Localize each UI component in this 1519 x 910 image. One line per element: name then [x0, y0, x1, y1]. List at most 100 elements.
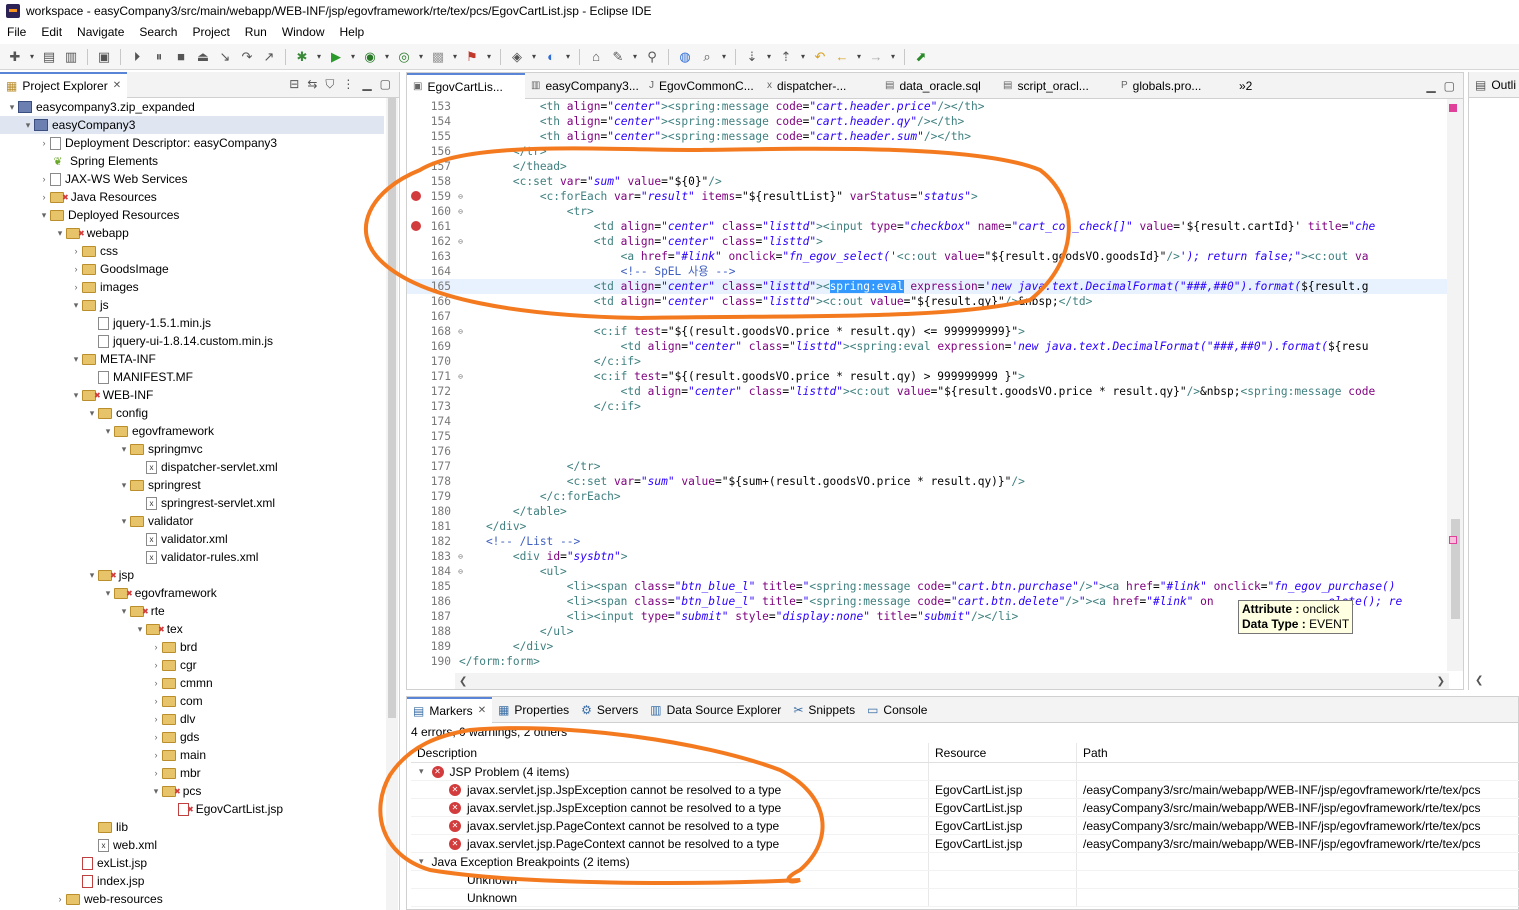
code-line[interactable]: 155 <th align="center"><spring:message c…: [407, 129, 1447, 144]
close-icon[interactable]: ✕: [478, 705, 486, 716]
code-line[interactable]: 176: [407, 444, 1447, 459]
tab-snippets[interactable]: ✂ Snippets: [787, 697, 861, 723]
coverage-icon[interactable]: ◉: [361, 48, 379, 66]
new-java-icon[interactable]: ◈: [508, 48, 526, 66]
tree-item[interactable]: › main: [0, 746, 384, 764]
chevron-down-icon[interactable]: ▾: [118, 444, 130, 455]
forward-icon[interactable]: →: [867, 48, 885, 66]
tree-item[interactable]: ✖ EgovCartList.jsp: [0, 800, 384, 818]
code-editor[interactable]: 153 <th align="center"><spring:message c…: [407, 99, 1447, 671]
search-icon[interactable]: ⚲: [643, 48, 661, 66]
tree-item[interactable]: › gds: [0, 728, 384, 746]
code-line[interactable]: 189 </div>: [407, 639, 1447, 654]
menu-item-window[interactable]: Window: [282, 25, 325, 39]
pin-editor-icon[interactable]: ⬈: [912, 48, 930, 66]
chevron-right-icon[interactable]: ›: [70, 264, 82, 274]
step-return-icon[interactable]: ↗: [260, 48, 278, 66]
chevron-down-icon[interactable]: ▾: [54, 228, 66, 239]
code-line[interactable]: 161 <td align="center" class="listtd"><i…: [407, 219, 1447, 234]
col-description[interactable]: Description: [411, 743, 929, 762]
editor-tab[interactable]: x dispatcher-...: [761, 73, 879, 99]
chevron-down-icon[interactable]: ▾: [86, 408, 98, 419]
explorer-scrollbar[interactable]: [386, 98, 398, 910]
scroll-right-icon[interactable]: ❯: [1437, 676, 1445, 687]
scroll-left-icon[interactable]: ❮: [459, 676, 467, 687]
globe-icon[interactable]: ◍: [676, 48, 694, 66]
editor-tab[interactable]: ▣ EgovCartLis...: [407, 72, 525, 99]
chevron-down-icon[interactable]: ▾: [150, 786, 162, 797]
code-line[interactable]: 158 <c:set var="sum" value="${0}"/>: [407, 174, 1447, 189]
error-icon[interactable]: [411, 221, 421, 231]
run-icon[interactable]: ▶: [327, 48, 345, 66]
code-line[interactable]: 181 </div>: [407, 519, 1447, 534]
tree-item[interactable]: › cmmn: [0, 674, 384, 692]
code-line[interactable]: 159 ⊖ <c:forEach var="result" items="${re…: [407, 189, 1447, 204]
tree-item[interactable]: x validator-rules.xml: [0, 548, 384, 566]
fold-icon[interactable]: ⊖: [458, 204, 463, 219]
tree-item[interactable]: › brd: [0, 638, 384, 656]
code-line[interactable]: 156 </tr>: [407, 144, 1447, 159]
maximize-icon[interactable]: ▢: [1444, 79, 1455, 93]
fold-icon[interactable]: ⊖: [458, 549, 463, 564]
menu-item-run[interactable]: Run: [245, 25, 267, 39]
chevron-right-icon[interactable]: ›: [150, 678, 162, 688]
scroll-thumb[interactable]: [388, 98, 396, 718]
tree-item[interactable]: ▾ js: [0, 296, 384, 314]
maximize-icon[interactable]: ▢: [380, 77, 391, 92]
chevron-down-icon[interactable]: ▾: [134, 624, 146, 635]
error-marker[interactable]: [1449, 104, 1457, 112]
code-line[interactable]: 190 </form:form>: [407, 654, 1447, 669]
code-line[interactable]: 182 <!-- /List -->: [407, 534, 1447, 549]
fold-icon[interactable]: ⊖: [458, 369, 463, 384]
code-line[interactable]: 157 </thead>: [407, 159, 1447, 174]
chevron-down-icon[interactable]: ▾: [419, 856, 424, 867]
code-line[interactable]: 170 </c:if>: [407, 354, 1447, 369]
tree-item[interactable]: ▾ validator: [0, 512, 384, 530]
collapse-all-icon[interactable]: ⊟: [289, 77, 299, 92]
tree-item[interactable]: › ✖ Java Resources: [0, 188, 384, 206]
dropdown-icon[interactable]: ▾: [889, 48, 897, 66]
tree-item[interactable]: ▾ META-INF: [0, 350, 384, 368]
disconnect-icon[interactable]: ⏏: [194, 48, 212, 66]
dropdown-icon[interactable]: ▾: [799, 48, 807, 66]
debug-icon[interactable]: ✱: [293, 48, 311, 66]
tree-item[interactable]: › cgr: [0, 656, 384, 674]
editor-horizontal-scrollbar[interactable]: ❮ ❯: [455, 673, 1449, 689]
menu-item-edit[interactable]: Edit: [41, 25, 62, 39]
marker-group[interactable]: ▾ ✕ JSP Problem (4 items): [411, 763, 1519, 781]
chevron-down-icon[interactable]: ▾: [38, 210, 50, 221]
code-line[interactable]: 175: [407, 429, 1447, 444]
code-line[interactable]: 178 <c:set var="sum" value="${sum+(resul…: [407, 474, 1447, 489]
tab-data-source-explorer[interactable]: ▥ Data Source Explorer: [644, 697, 787, 723]
tree-item[interactable]: x web.xml: [0, 836, 384, 854]
step-into-icon[interactable]: ↘: [216, 48, 234, 66]
chevron-right-icon[interactable]: ›: [150, 732, 162, 742]
code-line[interactable]: 185 <li><span class="btn_blue_l" title="…: [407, 579, 1447, 594]
save-all-icon[interactable]: ▥: [62, 48, 80, 66]
editor-tab[interactable]: ▤ data_oracle.sql: [879, 73, 997, 99]
open-task-icon[interactable]: ✎: [609, 48, 627, 66]
resume-icon[interactable]: ⏵: [128, 48, 146, 66]
chevron-right-icon[interactable]: ›: [150, 660, 162, 670]
chevron-down-icon[interactable]: ▾: [118, 480, 130, 491]
chevron-right-icon[interactable]: ›: [70, 246, 82, 256]
fold-icon[interactable]: ⊖: [458, 234, 463, 249]
run-server-icon[interactable]: ◎: [395, 48, 413, 66]
chevron-right-icon[interactable]: ›: [150, 714, 162, 724]
chevron-down-icon[interactable]: ▾: [70, 300, 82, 311]
chevron-right-icon[interactable]: ›: [150, 750, 162, 760]
code-line[interactable]: 167: [407, 309, 1447, 324]
tree-item[interactable]: ▾ ✖ rte: [0, 602, 384, 620]
tree-item[interactable]: › mbr: [0, 764, 384, 782]
link-editor-icon[interactable]: ⇆: [307, 77, 317, 92]
tree-item[interactable]: › css: [0, 242, 384, 260]
tree-item[interactable]: › images: [0, 278, 384, 296]
close-icon[interactable]: ✕: [113, 80, 121, 91]
tree-item[interactable]: jquery-1.5.1.min.js: [0, 314, 384, 332]
new-class-icon[interactable]: ◐: [542, 48, 560, 66]
tree-item[interactable]: MANIFEST.MF: [0, 368, 384, 386]
dropdown-icon[interactable]: ▾: [417, 48, 425, 66]
tree-item[interactable]: x springrest-servlet.xml: [0, 494, 384, 512]
tree-item[interactable]: ▾ springmvc: [0, 440, 384, 458]
back-icon[interactable]: ←: [833, 48, 851, 66]
